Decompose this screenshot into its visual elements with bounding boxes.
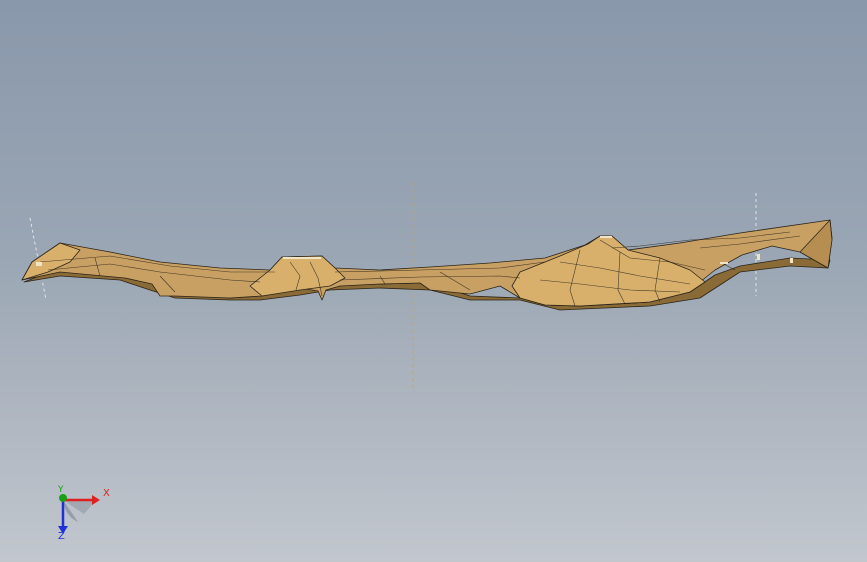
coordinate-triad: X Y Z xyxy=(44,480,124,550)
model-view[interactable] xyxy=(0,0,867,562)
x-axis-head xyxy=(92,495,100,505)
y-axis-dot xyxy=(59,494,67,502)
graphics-viewport[interactable]: X Y Z xyxy=(0,0,867,562)
x-axis-label: X xyxy=(103,488,110,499)
z-axis-label: Z xyxy=(58,531,65,542)
triad-graphic xyxy=(58,494,100,534)
part-top-surface xyxy=(21,219,833,307)
dashboard-part[interactable] xyxy=(21,219,833,311)
y-axis-label: Y xyxy=(58,485,64,495)
